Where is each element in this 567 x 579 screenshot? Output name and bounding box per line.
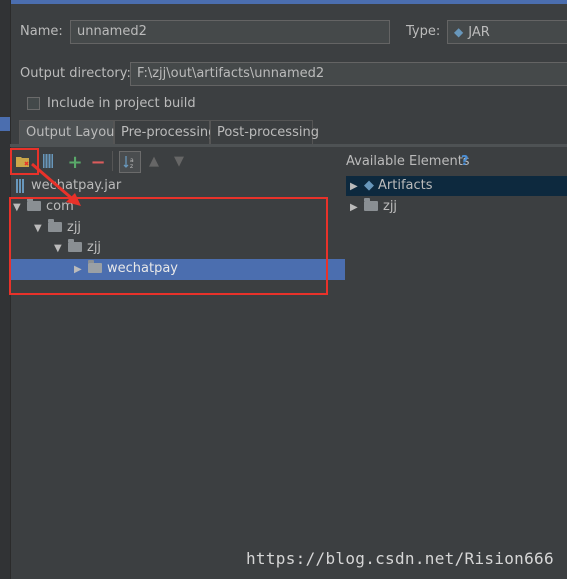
move-down-icon[interactable]: ▼	[171, 153, 187, 169]
type-label: Type:	[406, 24, 441, 39]
available-item-label: zjj	[383, 199, 398, 214]
output-dir-input[interactable]: F:\zjj\out\artifacts\unnamed2	[130, 62, 567, 86]
tab-output-layout[interactable]: Output Layout	[19, 120, 119, 145]
available-item-label: Artifacts	[378, 178, 433, 193]
help-icon[interactable]: ?	[461, 154, 469, 169]
type-select[interactable]: ◆ JAR	[447, 20, 567, 44]
name-label: Name:	[20, 24, 63, 39]
toolbar-separator	[112, 151, 113, 171]
available-elements-title: Available Elements	[346, 154, 470, 169]
name-input[interactable]: unnamed2	[70, 20, 390, 44]
jar-type-icon: ◆	[454, 25, 464, 39]
include-in-build-checkbox[interactable]	[27, 97, 40, 110]
sort-icon[interactable]: az	[119, 151, 141, 173]
move-up-icon[interactable]: ▲	[146, 153, 162, 169]
include-in-build-label: Include in project build	[47, 96, 196, 111]
expand-arrow-icon[interactable]: ▶	[350, 177, 364, 197]
window-top-accent	[0, 0, 567, 4]
watermark-text: https://blog.csdn.net/Rision666	[246, 549, 554, 568]
tab-underline	[10, 144, 567, 147]
tab-pre-processing[interactable]: Pre-processing	[114, 120, 216, 145]
remove-icon[interactable]: −	[90, 152, 106, 173]
svg-text:z: z	[130, 163, 133, 169]
available-item-artifacts[interactable]: ▶ ◆ Artifacts	[346, 176, 567, 196]
artifact-icon: ◆	[364, 178, 374, 193]
annotation-arrow	[31, 162, 81, 206]
module-folder-icon	[364, 197, 378, 211]
jar-icon	[16, 178, 25, 193]
output-dir-label: Output directory:	[20, 66, 131, 81]
available-item-zjj[interactable]: ▶ zjj	[346, 197, 397, 217]
expand-arrow-icon[interactable]: ▶	[350, 198, 364, 218]
type-value: JAR	[468, 24, 490, 40]
tab-post-processing[interactable]: Post-processing	[210, 120, 319, 145]
